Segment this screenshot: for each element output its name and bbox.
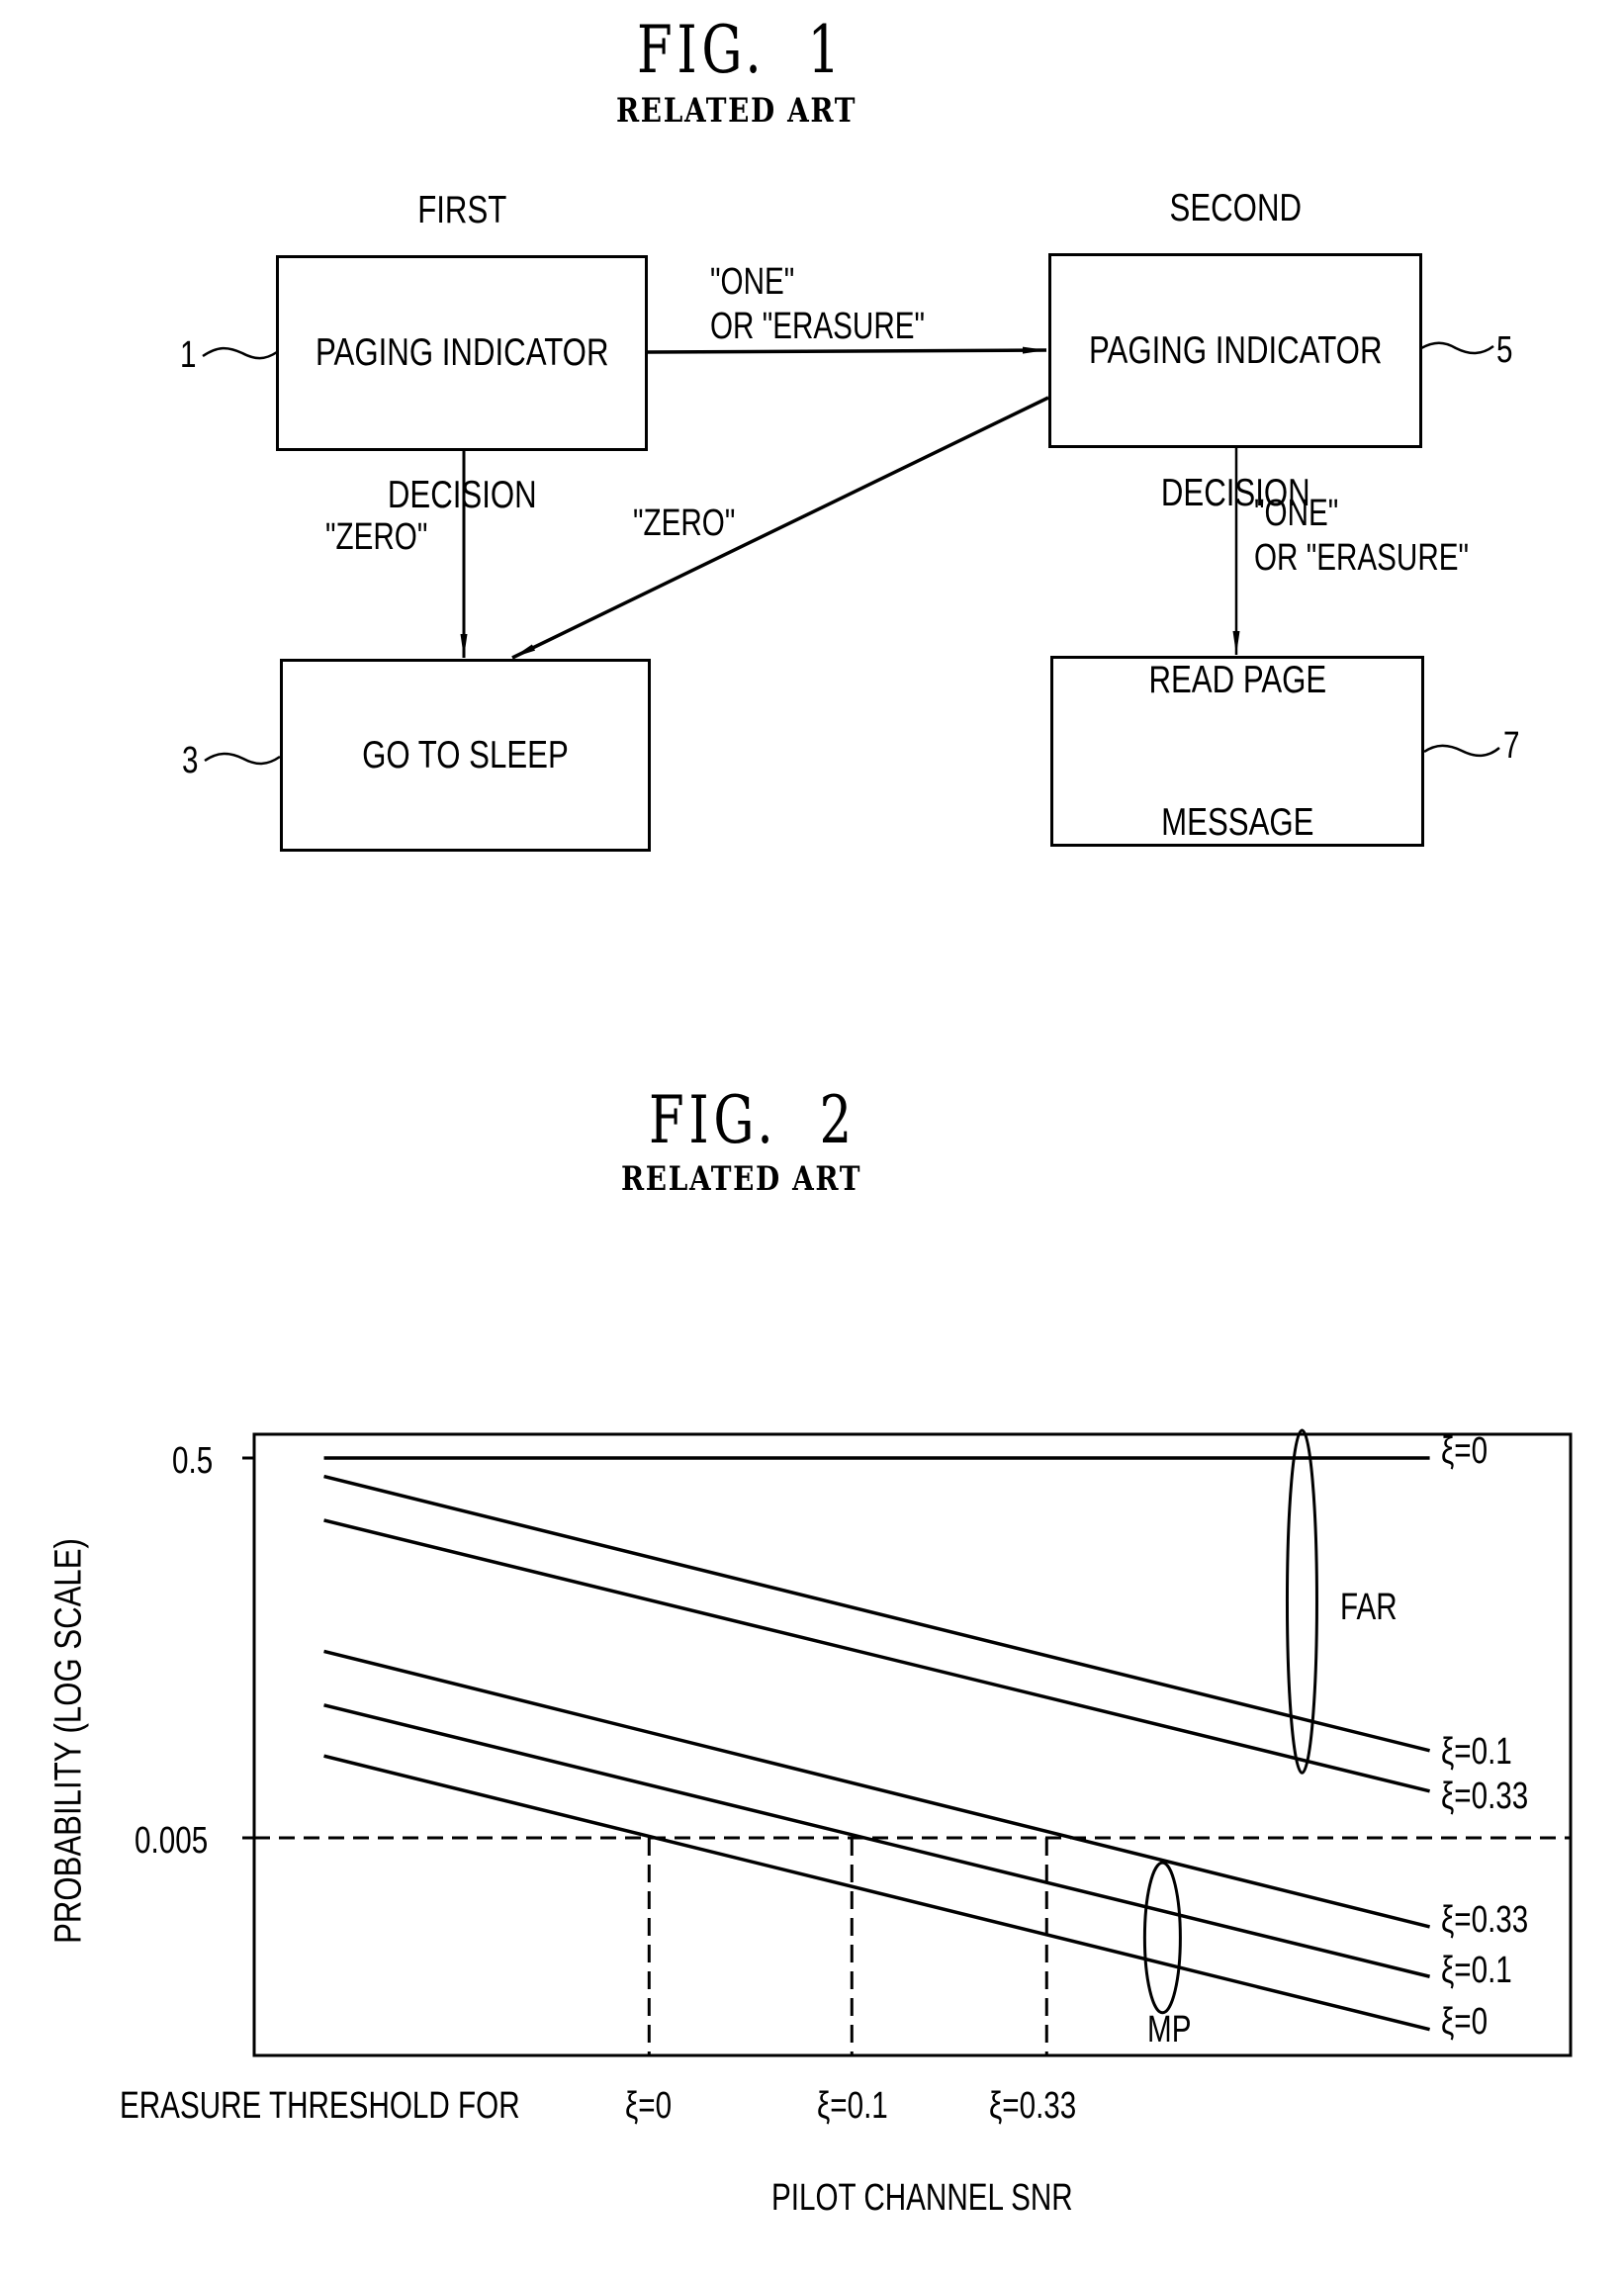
series-label-mp-xi-0.1: ξ=0.1: [1441, 1950, 1512, 1991]
series-mp-ξ=0: [323, 1754, 1431, 2032]
fig2-chart: [242, 1428, 1573, 2057]
y-axis-label: PROBABILITY (LOG SCALE): [47, 1538, 90, 1944]
threshold-label-xi-0: ξ=0: [625, 2085, 673, 2127]
x-axis-label: PILOT CHANNEL SNR: [771, 2177, 1073, 2219]
y-tick-label-0.5: 0.5: [172, 1440, 214, 1482]
y-tick-label-0.005: 0.005: [135, 1820, 209, 1862]
annotation-ellipse-mp: [1142, 1861, 1182, 2015]
threshold-label-xi-0.33: ξ=0.33: [989, 2085, 1077, 2127]
annotation-far: FAR: [1340, 1587, 1398, 1628]
series-far-ξ=0.1: [323, 1474, 1431, 1753]
series-mp-ξ=0.1: [323, 1703, 1431, 1978]
annotation-mp: MP: [1147, 2009, 1192, 2051]
series-label-mp-xi-0: ξ=0: [1441, 2001, 1489, 2043]
series-far-ξ=0.33: [323, 1518, 1430, 1793]
series-label-far-xi-0.33: ξ=0.33: [1441, 1776, 1529, 1817]
series-label-mp-xi-0.33: ξ=0.33: [1441, 1899, 1529, 1941]
series-label-far-xi-0: ξ=0: [1441, 1430, 1489, 1472]
series-label-far-xi-0.1: ξ=0.1: [1441, 1731, 1512, 1773]
threshold-prefix-label: ERASURE THRESHOLD FOR: [120, 2085, 520, 2127]
series-mp-ξ=0.33: [323, 1649, 1431, 1929]
threshold-label-xi-0.1: ξ=0.1: [817, 2085, 888, 2127]
annotation-ellipse-far: [1285, 1428, 1318, 1775]
